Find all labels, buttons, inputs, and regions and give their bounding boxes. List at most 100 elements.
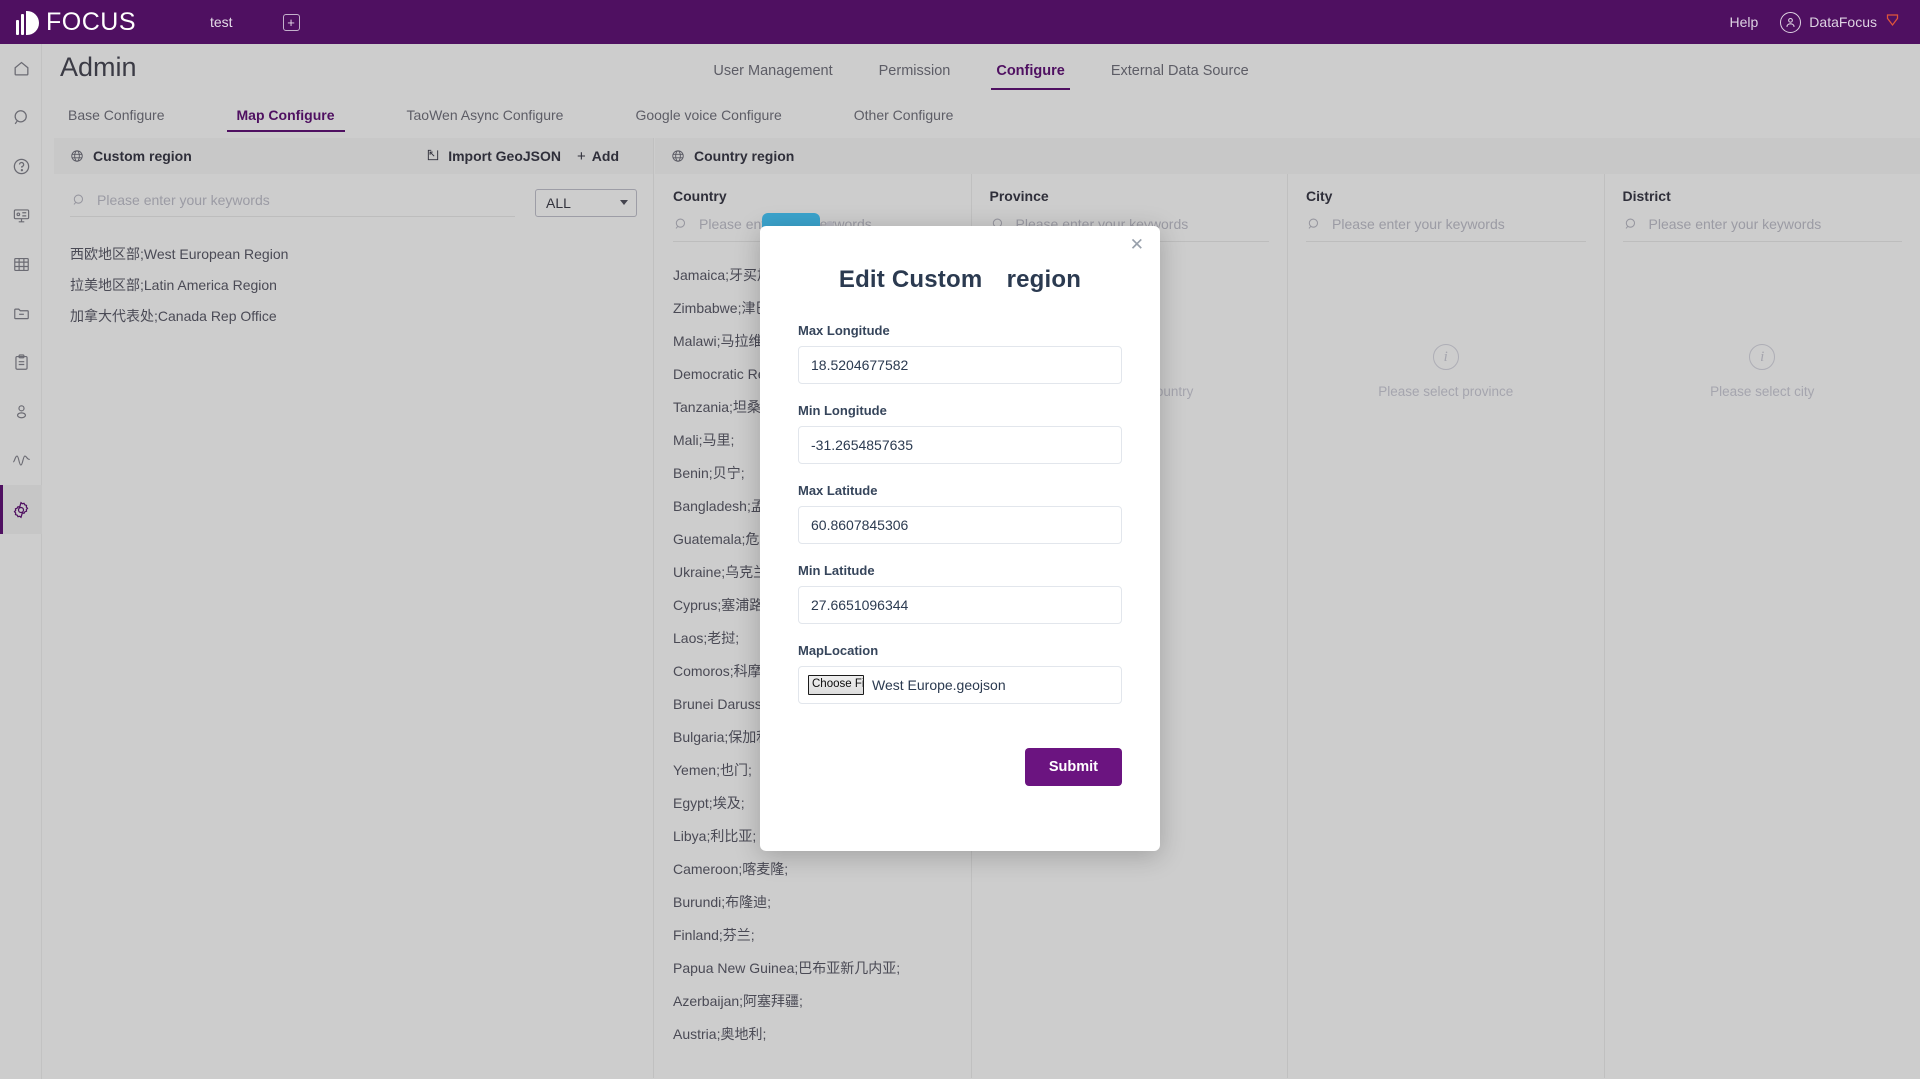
- choose-file-button[interactable]: Choose File: [808, 675, 864, 695]
- subnav-base-configure[interactable]: Base Configure: [62, 107, 171, 132]
- close-icon[interactable]: ✕: [1130, 236, 1144, 253]
- list-item[interactable]: Azerbaijan;阿塞拜疆;: [673, 984, 953, 1017]
- district-empty-state: i Please select city: [1605, 344, 1920, 399]
- max-latitude-label: Max Latitude: [798, 483, 878, 498]
- table-icon[interactable]: [0, 240, 42, 289]
- column-city: City i Please select province: [1288, 174, 1605, 1078]
- city-search-input[interactable]: [1330, 215, 1586, 233]
- import-geojson-label: Import GeoJSON: [448, 148, 562, 164]
- min-latitude-label: Min Latitude: [798, 563, 875, 578]
- column-title: Province: [989, 188, 1049, 204]
- search-icon: [674, 217, 688, 231]
- list-item[interactable]: 西欧地区部;West European Region: [70, 239, 637, 270]
- search-icon: [1624, 217, 1638, 231]
- subnav-google-voice-configure[interactable]: Google voice Configure: [629, 107, 787, 132]
- max-latitude-input[interactable]: [798, 506, 1122, 544]
- column-title: District: [1622, 188, 1671, 204]
- empty-text: Please select city: [1710, 384, 1815, 399]
- district-search-field[interactable]: [1622, 213, 1902, 242]
- chevron-down-icon: [620, 200, 628, 205]
- city-search-field[interactable]: [1306, 213, 1586, 242]
- city-empty-state: i Please select province: [1288, 344, 1604, 399]
- globe-icon: [70, 149, 84, 163]
- user-menu[interactable]: DataFocus: [1780, 11, 1900, 33]
- maplocation-file-field[interactable]: Choose File West Europe.geojson: [798, 666, 1122, 704]
- import-geojson-button[interactable]: Import GeoJSON: [426, 148, 561, 165]
- topnav-external-data-source[interactable]: External Data Source: [1106, 63, 1254, 90]
- clipboard-icon[interactable]: [0, 338, 42, 387]
- min-latitude-input[interactable]: [798, 586, 1122, 624]
- help-circle-icon[interactable]: [0, 142, 42, 191]
- search-icon[interactable]: [0, 93, 42, 142]
- plus-icon: +: [577, 147, 586, 165]
- top-bar: FOCUS test + Help DataFocus: [0, 0, 1920, 44]
- brand-name: FOCUS: [46, 7, 136, 36]
- custom-region-search-row: ALL: [54, 174, 653, 217]
- list-item[interactable]: Austria;奥地利;: [673, 1017, 953, 1050]
- globe-icon: [671, 149, 685, 163]
- folder-icon[interactable]: [0, 289, 42, 338]
- add-region-button[interactable]: + Add: [577, 148, 619, 165]
- list-item[interactable]: 拉美地区部;Latin America Region: [70, 270, 637, 301]
- focus-logo-icon: [16, 9, 39, 35]
- custom-region-title: Custom region: [93, 148, 192, 164]
- topnav-permission[interactable]: Permission: [874, 63, 956, 90]
- help-link[interactable]: Help: [1730, 14, 1759, 30]
- import-icon: [426, 148, 440, 165]
- filter-selected-value: ALL: [546, 194, 571, 211]
- min-longitude-label: Min Longitude: [798, 403, 887, 418]
- list-item[interactable]: 加拿大代表处;Canada Rep Office: [70, 301, 637, 332]
- list-item[interactable]: Cameroon;喀麦隆;: [673, 852, 953, 885]
- custom-region-list: 西欧地区部;West European Region 拉美地区部;Latin A…: [54, 217, 653, 332]
- gear-icon[interactable]: [0, 485, 42, 534]
- top-bar-right: Help DataFocus: [1730, 11, 1901, 33]
- search-icon: [1307, 217, 1321, 231]
- district-search-input[interactable]: [1646, 215, 1902, 233]
- topnav-configure[interactable]: Configure: [991, 63, 1071, 90]
- user-name: DataFocus: [1809, 14, 1877, 30]
- left-icon-rail: [0, 44, 42, 1079]
- empty-text: Please select province: [1378, 384, 1514, 399]
- subnav-taowen-async-configure[interactable]: TaoWen Async Configure: [401, 107, 570, 132]
- info-icon: i: [1749, 344, 1776, 370]
- selected-file-name: West Europe.geojson: [872, 677, 1006, 693]
- subnav-other-configure[interactable]: Other Configure: [848, 107, 960, 132]
- activity-icon[interactable]: [0, 436, 42, 485]
- subnav-map-configure[interactable]: Map Configure: [226, 107, 345, 132]
- workspace-tab-test[interactable]: test: [210, 14, 233, 30]
- user-icon[interactable]: [0, 387, 42, 436]
- add-label: Add: [591, 148, 619, 164]
- home-icon[interactable]: [0, 44, 42, 93]
- dialog-actions: Submit: [798, 748, 1122, 786]
- list-item[interactable]: Finland;芬兰;: [673, 918, 953, 951]
- custom-region-actions: Import GeoJSON + Add: [426, 148, 637, 165]
- max-longitude-label: Max Longitude: [798, 323, 890, 338]
- top-nav: User Management Permission Configure Ext…: [42, 44, 1920, 90]
- sub-nav: Base Configure Map Configure TaoWen Asyn…: [42, 92, 1920, 132]
- list-item[interactable]: Burundi;布隆迪;: [673, 885, 953, 918]
- custom-region-filter-select[interactable]: ALL: [535, 188, 637, 217]
- custom-region-search-field[interactable]: [70, 188, 515, 217]
- info-icon: i: [1432, 344, 1459, 370]
- column-district: District i Please select city: [1605, 174, 1920, 1078]
- dashboard-icon[interactable]: [0, 191, 42, 240]
- custom-region-header: Custom region Import GeoJSON + Add: [54, 138, 653, 174]
- plus-icon: +: [287, 14, 295, 30]
- search-icon: [72, 193, 86, 207]
- dialog-title: Edit Custom region: [838, 266, 1082, 293]
- country-region-header: Country region: [655, 138, 1920, 174]
- user-avatar-icon: [1780, 11, 1802, 33]
- country-region-title: Country region: [694, 148, 795, 164]
- min-longitude-input[interactable]: [798, 426, 1122, 464]
- column-title: Country: [673, 188, 727, 204]
- max-longitude-input[interactable]: [798, 346, 1122, 384]
- list-item[interactable]: Papua New Guinea;巴布亚新几内亚;: [673, 951, 953, 984]
- custom-region-search-input[interactable]: [95, 191, 515, 209]
- shield-icon: [1885, 12, 1900, 32]
- submit-button[interactable]: Submit: [1024, 748, 1122, 786]
- custom-region-panel: Custom region Import GeoJSON + Add Pleas…: [54, 138, 654, 1078]
- brand-logo[interactable]: FOCUS: [16, 8, 136, 37]
- edit-custom-region-dialog: ✕ Edit Custom region Max Longitude Min L…: [760, 226, 1160, 851]
- topnav-user-management[interactable]: User Management: [708, 63, 837, 90]
- add-tab-button[interactable]: +: [282, 13, 300, 31]
